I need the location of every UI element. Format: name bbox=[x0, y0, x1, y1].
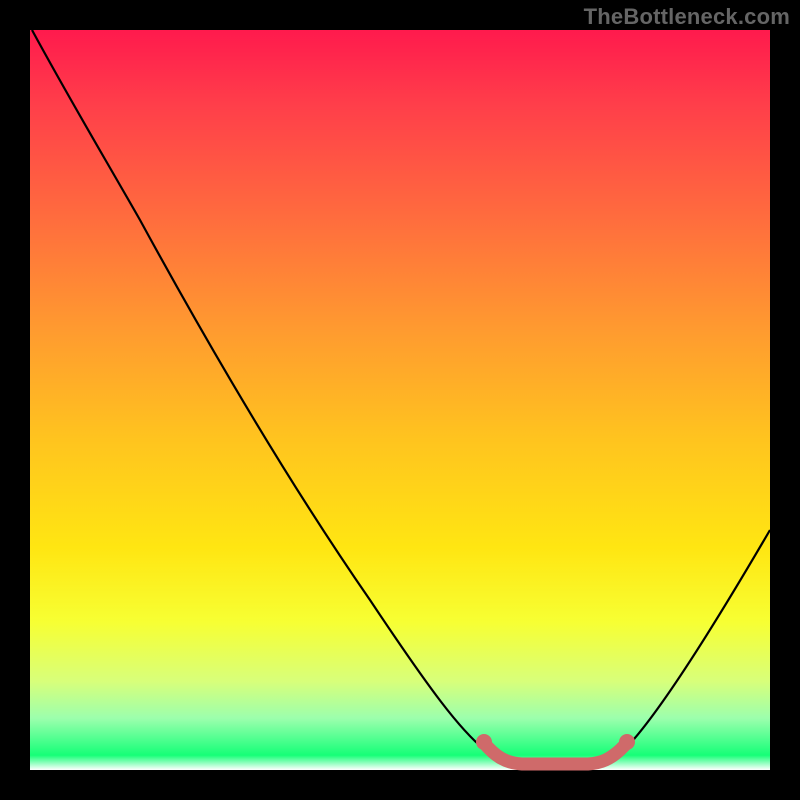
bottleneck-curve bbox=[32, 30, 770, 766]
trough-ribbon bbox=[484, 743, 627, 764]
ribbon-end-dot bbox=[619, 734, 635, 750]
chart-plot-area bbox=[30, 30, 770, 770]
chart-svg bbox=[30, 30, 770, 770]
watermark-text: TheBottleneck.com bbox=[584, 4, 790, 30]
